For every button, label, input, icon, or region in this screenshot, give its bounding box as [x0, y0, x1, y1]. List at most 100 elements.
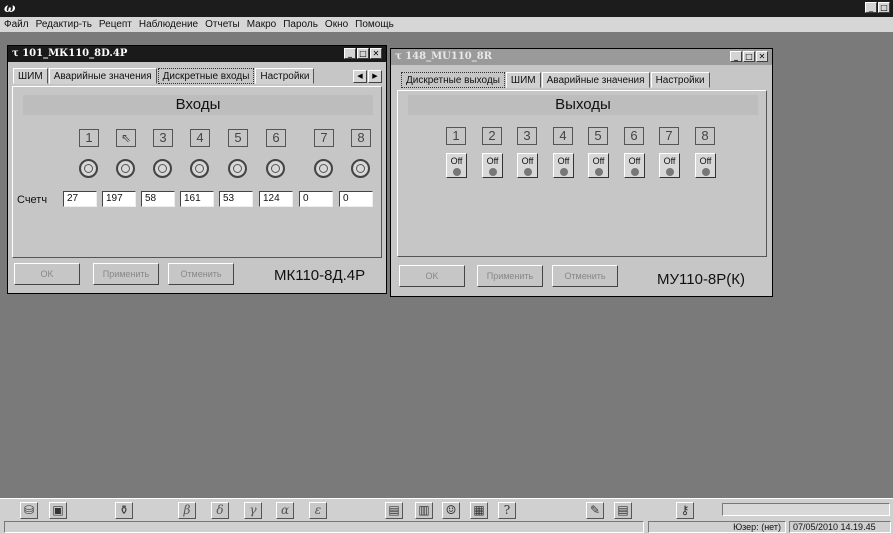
window-icon: τ — [12, 48, 23, 59]
output-toggle-button[interactable]: Off — [659, 153, 680, 178]
tab-alarm-values[interactable]: Аварийные значения — [48, 68, 157, 84]
minimize-button[interactable]: _ — [344, 48, 356, 59]
module-window-outputs: τ 148_MU110_8R _ □ ✕ Дискретные выходы Ш… — [390, 48, 773, 297]
edit-icon[interactable]: ✎ — [586, 502, 604, 519]
flask-icon[interactable]: ⚱ — [115, 502, 133, 519]
tab-settings[interactable]: Настройки — [650, 72, 710, 88]
tab-scroll-right-icon[interactable]: ▶ — [368, 70, 382, 83]
app-maximize-button[interactable]: □ — [878, 2, 890, 13]
counter-field[interactable]: 27 — [63, 191, 97, 207]
output-channel-number: 1 — [446, 127, 466, 145]
grid-icon[interactable]: ▦ — [470, 502, 488, 519]
tab-scroll-arrows: ◀ ▶ — [353, 70, 382, 83]
window-title: 148_MU110_8R — [405, 51, 493, 62]
output-toggle-button[interactable]: Off — [588, 153, 609, 178]
counter-field[interactable]: 53 — [219, 191, 253, 207]
output-led-icon — [665, 168, 674, 176]
output-led-icon — [523, 168, 532, 176]
menu-macro[interactable]: Макро — [247, 19, 277, 30]
minimize-button[interactable]: _ — [730, 51, 742, 62]
epsilon-icon[interactable]: ε — [309, 502, 327, 519]
menu-help[interactable]: Помощь — [355, 19, 394, 30]
output-channel-number: 2 — [482, 127, 502, 145]
counter-field[interactable]: 58 — [141, 191, 175, 207]
apply-button[interactable]: Применить — [93, 263, 159, 285]
tab-pwm[interactable]: ШИМ — [505, 72, 541, 88]
menu-window[interactable]: Окно — [325, 19, 348, 30]
counter-field[interactable]: 197 — [102, 191, 136, 207]
menu-password[interactable]: Пароль — [283, 19, 318, 30]
close-button[interactable]: ✕ — [756, 51, 768, 62]
tab-alarm-values[interactable]: Аварийные значения — [541, 72, 650, 88]
input-led-indicator — [351, 159, 370, 178]
window-icon: τ — [395, 51, 406, 62]
apply-button[interactable]: Применить — [477, 265, 543, 287]
person-icon[interactable]: ☺ — [442, 502, 460, 519]
calculator-icon[interactable]: ▤ — [614, 502, 632, 519]
beta-icon[interactable]: β — [178, 502, 196, 519]
output-state-label: Off — [663, 156, 676, 166]
ok-button[interactable]: OK — [14, 263, 80, 285]
close-button[interactable]: ✕ — [370, 48, 382, 59]
ok-button[interactable]: OK — [399, 265, 465, 287]
tab-scroll-left-icon[interactable]: ◀ — [353, 70, 367, 83]
output-toggle-button[interactable]: Off — [695, 153, 716, 178]
counter-label: Счетч — [17, 194, 48, 206]
output-channel-number: 7 — [659, 127, 679, 145]
app-window-controls: _ □ — [865, 2, 890, 13]
tab-settings[interactable]: Настройки — [255, 68, 315, 84]
menu-edit[interactable]: Редактир-ть — [36, 19, 92, 30]
output-state-label: Off — [592, 156, 605, 166]
cube-icon[interactable]: ▣ — [49, 502, 67, 519]
tab-discrete-inputs[interactable]: Дискретные входы — [157, 68, 255, 84]
counter-field[interactable]: 0 — [299, 191, 333, 207]
book-icon[interactable]: ▤ — [385, 502, 403, 519]
input-channel-number: ⇖ — [116, 129, 136, 147]
menu-file[interactable]: Файл — [4, 19, 29, 30]
module-window-inputs: τ 101_МК110_8D.4P _ □ ✕ ШИМ Аварийные зн… — [7, 45, 387, 294]
cylinder-icon[interactable]: ⛁ — [20, 502, 38, 519]
alpha-icon[interactable]: α — [276, 502, 294, 519]
tab-pwm[interactable]: ШИМ — [13, 68, 48, 84]
tab-discrete-outputs[interactable]: Дискретные выходы — [401, 72, 505, 88]
cancel-button[interactable]: Отменить — [552, 265, 618, 287]
tab-strip: ШИМ Аварийные значения Дискретные входы … — [13, 68, 315, 84]
maximize-button[interactable]: □ — [743, 51, 755, 62]
menu-bar: Файл Редактир-ть Рецепт Наблюдение Отчет… — [0, 17, 893, 32]
output-channel-number: 8 — [695, 127, 715, 145]
menu-monitoring[interactable]: Наблюдение — [139, 19, 198, 30]
counter-field[interactable]: 124 — [259, 191, 293, 207]
menu-reports[interactable]: Отчеты — [205, 19, 240, 30]
output-toggle-button[interactable]: Off — [446, 153, 467, 178]
window-titlebar: τ 148_MU110_8R _ □ ✕ — [391, 49, 772, 65]
gamma-icon[interactable]: γ — [244, 502, 262, 519]
input-channel-number: 8 — [351, 129, 371, 147]
status-datetime: 07/05/2010 14.19.45 — [789, 521, 891, 533]
delta-icon[interactable]: δ — [211, 502, 229, 519]
maximize-button[interactable]: □ — [357, 48, 369, 59]
output-led-icon — [559, 168, 568, 176]
output-toggle-button[interactable]: Off — [624, 153, 645, 178]
input-channel-number: 3 — [153, 129, 173, 147]
output-toggle-button[interactable]: Off — [517, 153, 538, 178]
help-icon[interactable]: ? — [498, 502, 516, 519]
books-icon[interactable]: ▥ — [415, 502, 433, 519]
toolbar-field — [722, 503, 890, 516]
output-led-icon — [630, 168, 639, 176]
output-state-label: Off — [486, 156, 499, 166]
output-channel-number: 4 — [553, 127, 573, 145]
output-toggle-button[interactable]: Off — [553, 153, 574, 178]
status-user: Юзер: (нет) — [648, 521, 786, 533]
menu-recipe[interactable]: Рецепт — [99, 19, 132, 30]
counter-field[interactable]: 161 — [180, 191, 214, 207]
key-icon[interactable]: ⚷ — [676, 502, 694, 519]
input-led-indicator — [190, 159, 209, 178]
input-channel-number: 5 — [228, 129, 248, 147]
input-led-indicator — [153, 159, 172, 178]
output-toggle-button[interactable]: Off — [482, 153, 503, 178]
counter-field[interactable]: 0 — [339, 191, 373, 207]
output-led-icon — [701, 168, 710, 176]
cancel-button[interactable]: Отменить — [168, 263, 234, 285]
output-state-label: Off — [521, 156, 534, 166]
app-minimize-button[interactable]: _ — [865, 2, 877, 13]
